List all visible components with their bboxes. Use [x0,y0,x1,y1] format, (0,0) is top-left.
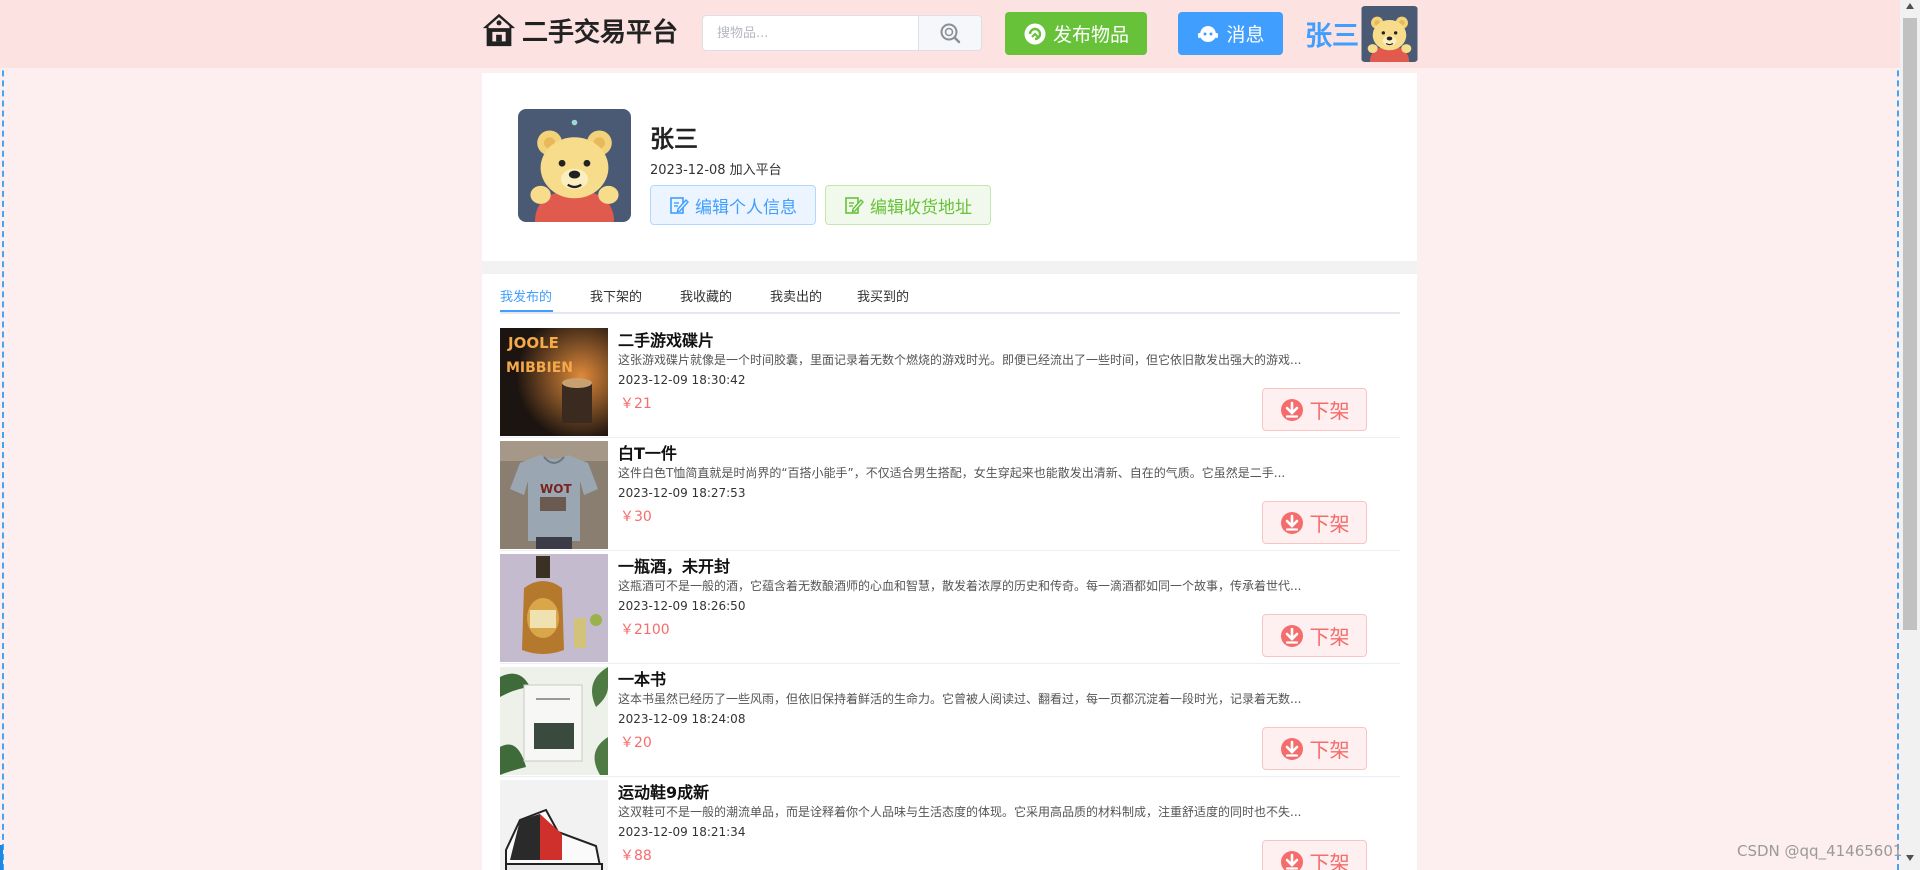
delist-button[interactable]: 下架 [1262,501,1367,544]
active-tab-indicator [500,310,553,312]
messages-label: 消息 [1226,24,1265,46]
tab-bought[interactable]: 我买到的 [857,286,909,310]
search-input[interactable] [703,16,918,50]
delist-button[interactable]: 下架 [1262,840,1367,870]
tab-delisted[interactable]: 我下架的 [590,286,642,310]
item-title[interactable]: 运动鞋9成新 [618,779,709,803]
download-arrow-icon [1280,737,1303,760]
delist-button[interactable]: 下架 [1262,388,1367,431]
item-title[interactable]: 二手游戏碟片 [618,327,714,351]
watermark: CSDN @qq_41465601 [1737,842,1903,860]
bear-avatar-icon [518,109,631,222]
profile-card: 张三 2023-12-08 加入平台 编辑个人信息 编辑收货地址 [482,73,1417,261]
tab-favorites[interactable]: 我收藏的 [680,286,732,310]
download-arrow-icon [1280,624,1303,647]
edit-address-button[interactable]: 编辑收货地址 [825,185,991,225]
publish-icon [1024,23,1046,44]
item-time: 2023-12-09 18:21:34 [618,825,746,839]
search-box [702,15,982,51]
scrollbar-thumb[interactable] [1903,18,1917,630]
download-arrow-icon [1280,398,1303,421]
site-title: 二手交易平台 [522,17,679,48]
item-thumbnail[interactable]: JOOLE MIBBIEN [500,328,608,436]
profile-avatar [518,109,631,222]
edit-icon [845,197,864,214]
item-thumbnail[interactable]: WOT [500,441,608,549]
site-logo[interactable]: 二手交易平台 [480,8,678,52]
book-photo-icon [500,667,608,775]
edit-icon [670,197,689,214]
delist-button[interactable]: 下架 [1262,727,1367,770]
profile-name: 张三 [650,125,698,153]
item-title[interactable]: 一本书 [618,666,666,690]
item-price: ￥30 [620,509,652,525]
section-divider [482,261,1417,274]
delist-label: 下架 [1309,512,1350,536]
download-arrow-icon [1280,511,1303,534]
profile-joined-date: 2023-12-08 加入平台 [650,163,782,178]
scroll-down-arrow-icon[interactable] [1900,854,1920,868]
item-thumbnail[interactable] [500,667,608,775]
list-item: JOOLE MIBBIEN 二手游戏碟片 这张游戏碟片就像是一个时间胶囊，里面记… [500,325,1400,438]
header-avatar[interactable] [1361,6,1418,62]
tab-sold[interactable]: 我卖出的 [770,286,822,310]
bear-avatar-icon [1361,6,1418,62]
item-price: ￥2100 [620,622,670,638]
item-title[interactable]: 白T一件 [618,440,677,464]
wine-bottle-photo-icon [500,554,608,662]
item-price: ￥20 [620,735,652,751]
svg-text:JOOLE: JOOLE [507,334,559,352]
item-time: 2023-12-09 18:24:08 [618,712,746,726]
tab-bar: 我发布的 我下架的 我收藏的 我卖出的 我买到的 [500,274,1400,314]
delist-label: 下架 [1309,738,1350,762]
delist-label: 下架 [1309,399,1350,423]
messages-button[interactable]: 消息 [1178,12,1283,55]
delist-button[interactable]: 下架 [1262,614,1367,657]
item-description: 这瓶酒可不是一般的酒，它蕴含着无数酿酒师的心血和智慧，散发着浓厚的历史和传奇。每… [618,579,1302,593]
search-button[interactable] [918,16,981,50]
item-description: 这本书虽然已经历了一些风雨，但依旧保持着鲜活的生命力。它曾被人阅读过、翻看过，每… [618,692,1302,706]
search-icon [940,23,961,44]
svg-text:WOT: WOT [540,482,572,496]
edit-profile-button[interactable]: 编辑个人信息 [650,185,816,225]
item-description: 这双鞋可不是一般的潮流单品，而是诠释着你个人品味与生活态度的体现。它采用高品质的… [618,805,1302,819]
item-price: ￥21 [620,396,652,412]
list-item: 运动鞋9成新 这双鞋可不是一般的潮流单品，而是诠释着你个人品味与生活态度的体现。… [500,777,1400,870]
header-username[interactable]: 张三 [1305,14,1359,53]
home-store-icon [482,13,516,47]
item-price: ￥88 [620,848,652,864]
tab-published[interactable]: 我发布的 [500,286,552,310]
sneaker-photo-icon [500,780,608,870]
top-header: 二手交易平台 发布物品 消息 张三 [0,0,1920,68]
item-time: 2023-12-09 18:30:42 [618,373,746,387]
item-thumbnail[interactable] [500,554,608,662]
scroll-up-arrow-icon[interactable] [1900,2,1920,16]
list-item: WOT 白T一件 这件白色T恤简直就是时尚界的“百搭小能手”，不仅适合男生搭配，… [500,438,1400,551]
items-panel: 我发布的 我下架的 我收藏的 我卖出的 我买到的 JOOLE MIBBIEN 二… [482,274,1417,870]
frame-right-edge [1897,0,1899,870]
tshirt-photo-icon: WOT [500,441,608,549]
delist-label: 下架 [1309,625,1350,649]
frame-edge-mark [0,845,3,870]
game-disc-photo-icon: JOOLE MIBBIEN [500,328,608,436]
item-description: 这件白色T恤简直就是时尚界的“百搭小能手”，不仅适合男生搭配，女生穿起来也能散发… [618,466,1286,480]
item-description: 这张游戏碟片就像是一个时间胶囊，里面记录着无数个燃烧的游戏时光。即便已经流出了一… [618,353,1302,367]
item-title[interactable]: 一瓶酒，未开封 [618,553,730,577]
frame-left-edge [2,0,4,870]
list-item: 一瓶酒，未开封 这瓶酒可不是一般的酒，它蕴含着无数酿酒师的心血和智慧，散发着浓厚… [500,551,1400,664]
item-time: 2023-12-09 18:26:50 [618,599,746,613]
download-arrow-icon [1280,850,1303,870]
publish-item-button[interactable]: 发布物品 [1005,12,1147,55]
svg-text:MIBBIEN: MIBBIEN [506,360,573,376]
page-scrollbar[interactable] [1900,0,1920,870]
edit-profile-label: 编辑个人信息 [695,197,797,218]
messages-icon [1198,25,1219,42]
edit-address-label: 编辑收货地址 [870,197,972,218]
delist-label: 下架 [1309,851,1350,870]
list-item: 一本书 这本书虽然已经历了一些风雨，但依旧保持着鲜活的生命力。它曾被人阅读过、翻… [500,664,1400,777]
item-time: 2023-12-09 18:27:53 [618,486,746,500]
item-thumbnail[interactable] [500,780,608,870]
publish-item-label: 发布物品 [1052,24,1129,46]
